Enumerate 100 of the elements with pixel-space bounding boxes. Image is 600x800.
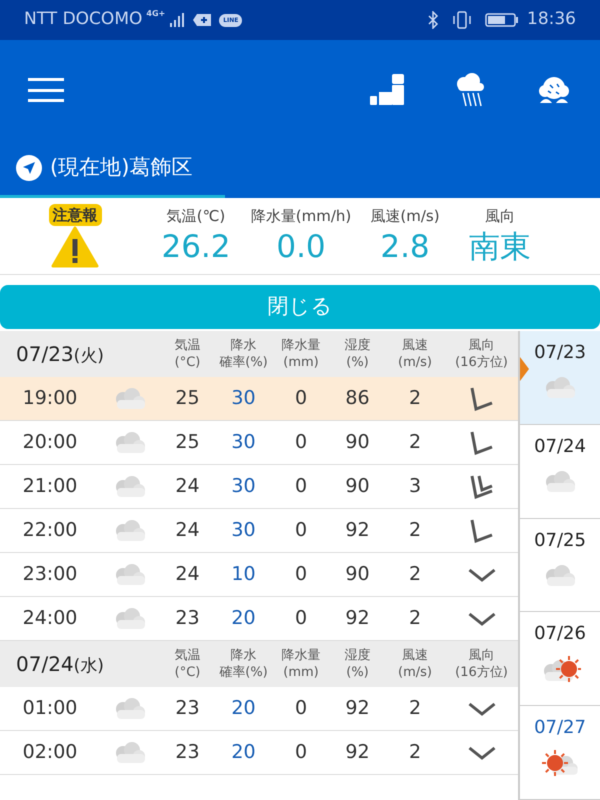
column-unit: (°C): [174, 664, 200, 681]
hour-time: 20:00: [22, 430, 78, 456]
wind-speed: 2: [408, 386, 422, 412]
day-tab-date: 07/26: [534, 622, 586, 646]
humidity: 86: [345, 386, 370, 412]
hour-time: 21:00: [22, 474, 78, 500]
measure-value: 南東: [469, 228, 531, 268]
advisory-badge: 注意報: [48, 204, 102, 226]
precip-probability: 30: [231, 430, 256, 456]
day-date: 07/24: [16, 650, 74, 678]
measure-value: 0.0: [276, 228, 326, 268]
signal-icon: [169, 12, 186, 28]
precip-amount: 0: [294, 474, 308, 500]
warning-icon: [51, 226, 99, 268]
precip-probability: 30: [231, 474, 256, 500]
column-header: 降水: [230, 647, 256, 664]
day-tab[interactable]: 07/25: [520, 518, 600, 612]
menu-button[interactable]: [28, 78, 64, 102]
column-unit: (16方位): [455, 354, 508, 371]
hour-time: 23:00: [22, 562, 78, 588]
measure-label: 風速(m/s): [370, 206, 440, 227]
column-unit: (%): [346, 354, 369, 371]
column-unit: (m/s): [398, 664, 432, 681]
precip-amount: 0: [294, 606, 308, 632]
day-tab-date: 07/24: [534, 434, 586, 459]
column-unit: 確率(%): [219, 664, 268, 681]
precip-amount: 0: [294, 386, 308, 412]
humidity: 92: [345, 696, 370, 722]
carrier-name: NTT DOCOMO: [24, 8, 142, 32]
hour-time: 24:00: [22, 606, 78, 632]
column-unit: (%): [346, 664, 369, 681]
hour-time: 19:00: [22, 386, 78, 412]
precip-probability: 30: [231, 518, 256, 544]
temperature: 24: [175, 562, 200, 588]
day-tab-date: 07/25: [534, 528, 586, 553]
hour-time: 22:00: [22, 518, 78, 544]
humidity: 92: [345, 740, 370, 766]
humidity: 90: [345, 430, 370, 456]
column-unit: 確率(%): [219, 354, 268, 371]
column-header: 湿度: [344, 337, 370, 354]
precip-probability: 20: [231, 740, 256, 766]
day-tab-date: 07/27: [534, 716, 586, 740]
humidity: 92: [345, 518, 370, 544]
network-type: 4G+: [146, 8, 166, 20]
column-header: 降水量: [282, 337, 320, 354]
column-header: 降水量: [282, 647, 320, 664]
precip-amount: 0: [294, 430, 308, 456]
wind-speed: 2: [408, 606, 422, 632]
day-tab[interactable]: 07/23: [520, 331, 600, 425]
column-unit: (m/s): [398, 354, 432, 371]
precip-probability: 10: [231, 562, 256, 588]
day-weekday: (水): [74, 654, 104, 678]
measure-label: 気温(℃): [166, 206, 226, 227]
humidity: 90: [345, 474, 370, 500]
column-header: 気温: [174, 337, 200, 354]
hour-time: 02:00: [22, 740, 78, 766]
hour-time: 01:00: [22, 696, 78, 722]
day-date: 07/23: [16, 340, 74, 368]
precip-amount: 0: [294, 696, 308, 722]
column-header: 風速: [402, 647, 428, 664]
column-header: 降水: [230, 337, 256, 354]
column-unit: (mm): [283, 664, 319, 681]
precip-amount: 0: [294, 740, 308, 766]
column-header: 風速: [402, 337, 428, 354]
temperature: 23: [175, 606, 200, 632]
temperature: 25: [175, 430, 200, 456]
clock-time: 18:36: [527, 8, 576, 32]
column-unit: (°C): [174, 354, 200, 371]
measure-label: 降水量(mm/h): [250, 206, 352, 227]
precip-probability: 30: [231, 386, 256, 412]
plus-tag-icon: [193, 14, 212, 26]
bluetooth-icon: [427, 11, 439, 29]
temperature: 24: [175, 518, 200, 544]
column-header: 風向: [468, 337, 494, 354]
wind-speed: 2: [408, 518, 422, 544]
wind-speed: 2: [408, 740, 422, 766]
location-name: (現在地)葛飾区: [50, 154, 192, 181]
wind-speed: 3: [408, 474, 422, 500]
column-unit: (16方位): [455, 664, 508, 681]
temperature: 24: [175, 474, 200, 500]
humidity: 92: [345, 606, 370, 632]
column-header: 風向: [468, 647, 494, 664]
wind-speed: 2: [408, 696, 422, 722]
battery-icon: [485, 12, 519, 28]
temperature: 23: [175, 696, 200, 722]
stairs-icon[interactable]: [370, 74, 406, 106]
precip-amount: 0: [294, 518, 308, 544]
measure-value: 2.8: [380, 228, 430, 268]
measure-value: 26.2: [161, 228, 231, 268]
temperature: 25: [175, 386, 200, 412]
wind-speed: 2: [408, 430, 422, 456]
vibrate-icon: [451, 11, 473, 29]
wind-speed: 2: [408, 562, 422, 588]
column-header: 湿度: [344, 647, 370, 664]
precip-probability: 20: [231, 606, 256, 632]
day-tab-date: 07/23: [534, 341, 586, 365]
pointer-icon: [520, 357, 529, 381]
column-unit: (mm): [283, 354, 319, 371]
precip-probability: 20: [231, 696, 256, 722]
day-weekday: (火): [74, 344, 104, 368]
